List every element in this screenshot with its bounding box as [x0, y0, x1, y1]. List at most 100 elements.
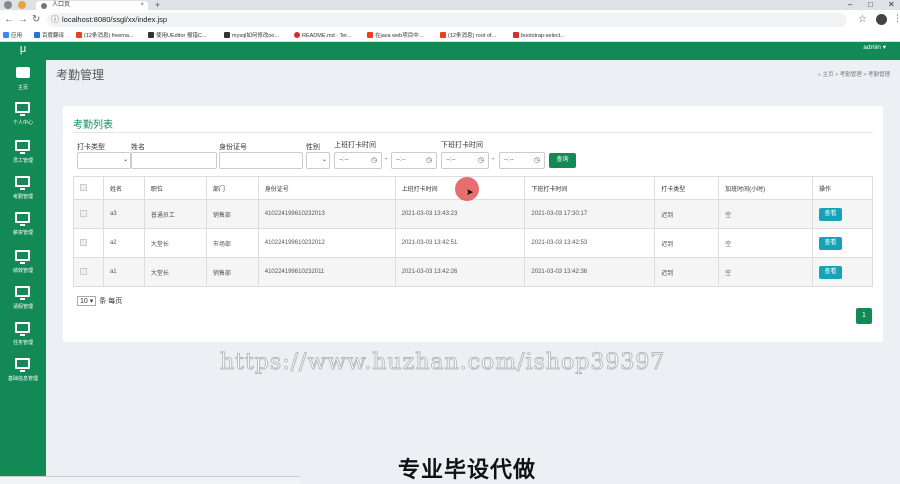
sidebar-item-label: 绩效管理 — [12, 268, 33, 274]
forward-arrow-icon[interactable]: → — [18, 14, 28, 26]
column-header[interactable]: 姓名 — [102, 176, 145, 200]
brand-logo[interactable]: μ — [0, 42, 46, 60]
browser-tab[interactable]: 人口页 × — [36, 1, 148, 10]
reload-icon[interactable]: ↻ — [32, 14, 40, 26]
checkin-end-time-input[interactable]: --:-- ◷ — [391, 152, 437, 169]
pagination-page-1[interactable]: 1 — [856, 308, 872, 324]
browser-tab-bar: 人口页 × + – □ ✕ — [0, 0, 900, 10]
cell-overtime: 空 — [718, 257, 813, 287]
view-button[interactable]: 查看 — [818, 207, 842, 221]
cell-checkin: 2021-03-03 13:42:51 — [394, 228, 526, 258]
attendance-card: 考勤列表 打卡类型 ⌄ 姓名 身份证号 性别 ⌄ 上班打卡时间 --:-- ◷ -… — [63, 106, 883, 342]
name-filter-input[interactable] — [131, 152, 217, 169]
bookmark-item[interactable]: 使用UEditor 报错C... — [148, 30, 206, 42]
back-history-icon[interactable] — [4, 1, 12, 9]
sidebar-item-leave[interactable]: 请假管理 — [0, 286, 46, 322]
breadcrumb[interactable]: ⌂ 主页 > 考勤管理 > 考勤管理 — [818, 70, 890, 78]
column-header[interactable]: 部门 — [205, 176, 259, 200]
checkout-start-time-input[interactable]: --:-- ◷ — [441, 152, 489, 169]
cell-action: 查看 — [811, 199, 874, 229]
column-header: 操作 — [811, 176, 874, 200]
watermark-url: https://www.huzhan.com/ishop39397 — [219, 350, 666, 376]
cell-position: 大堂长 — [143, 257, 207, 287]
sidebar-item-tasks[interactable]: 任务管理 — [0, 322, 46, 358]
bookmark-item[interactable]: (12条消息) root of... — [440, 30, 496, 42]
monitor-icon — [15, 212, 30, 226]
cell-position: 大堂长 — [143, 228, 207, 258]
minimize-button[interactable]: – — [848, 0, 852, 10]
checkin-start-time-input[interactable]: --:-- ◷ — [334, 152, 382, 169]
close-window-button[interactable]: ✕ — [888, 0, 895, 10]
bookmark-item[interactable]: 百度翻译 — [34, 30, 64, 42]
id-filter-label: 身份证号 — [219, 144, 247, 151]
sidebar-item-attendance[interactable]: 考勤管理 — [0, 176, 46, 212]
cell-type: 迟到 — [654, 257, 720, 287]
bookmark-item[interactable]: 在java web项目中... — [367, 30, 423, 42]
cell-action: 查看 — [811, 228, 874, 258]
csdn-icon — [76, 32, 82, 38]
column-header[interactable]: 职位 — [143, 176, 207, 200]
cell-overtime: 空 — [718, 199, 813, 229]
url-text[interactable]: localhost:8080/ssgl/xx/index.jsp — [62, 13, 167, 27]
bookmark-item[interactable]: mysql如何修改oo... — [224, 30, 279, 42]
row-select-cell[interactable] — [73, 228, 104, 258]
bookmark-item[interactable]: (12条消息) freema... — [76, 30, 134, 42]
row-checkbox[interactable] — [80, 209, 87, 217]
checkout-end-time-input[interactable]: --:-- ◷ — [499, 152, 545, 169]
column-header[interactable]: 打卡类型 — [654, 176, 720, 200]
row-checkbox[interactable] — [80, 238, 87, 246]
bookmark-label: README.md · Ter... — [302, 33, 352, 39]
clock-icon: ◷ — [477, 157, 484, 164]
bookmark-label: mysql如何修改oo... — [232, 33, 280, 39]
gender-filter-select[interactable]: ⌄ — [306, 152, 330, 169]
column-header[interactable]: 下班打卡时间 — [524, 176, 656, 200]
column-header[interactable]: 身份证号 — [257, 176, 396, 200]
back-arrow-icon[interactable]: ← — [4, 14, 14, 26]
view-button[interactable]: 查看 — [818, 236, 842, 250]
cell-type: 迟到 — [654, 228, 720, 258]
bookmark-label: (12条消息) root of... — [448, 33, 496, 39]
sidebar-item-performance[interactable]: 绩效管理 — [0, 250, 46, 286]
cell-id: 410224199610232011 — [257, 257, 396, 287]
bookmark-item[interactable]: bootstrap-select... — [513, 30, 565, 42]
search-button[interactable]: 查询 — [549, 153, 576, 168]
menu-kebab-icon[interactable]: ⋮ — [893, 13, 900, 24]
cell-position: 普通员工 — [143, 199, 207, 229]
column-header[interactable]: 加班时间(小时) — [718, 176, 813, 200]
monitor-icon — [15, 176, 30, 190]
row-select-cell[interactable] — [73, 199, 104, 229]
monitor-icon — [15, 102, 30, 116]
sidebar-item-home[interactable]: 主页 — [0, 67, 46, 103]
bookmark-star-icon[interactable]: ☆ — [858, 12, 867, 27]
id-filter-input[interactable] — [219, 152, 303, 169]
sidebar-item-salary[interactable]: 薪资管理 — [0, 212, 46, 248]
new-tab-button[interactable]: + — [155, 0, 160, 10]
type-filter-select[interactable]: ⌄ — [77, 152, 131, 169]
sidebar-item-personal-center[interactable]: 个人中心 — [0, 102, 46, 138]
close-tab-icon[interactable]: × — [140, 1, 144, 10]
download-bar — [0, 476, 300, 484]
monitor-icon — [15, 250, 30, 264]
sidebar-item-label: 薪资管理 — [12, 230, 33, 236]
sidebar-item-employees[interactable]: 员工管理 — [0, 140, 46, 176]
globe-icon — [41, 3, 47, 9]
maximize-button[interactable]: □ — [868, 0, 873, 10]
select-all-cell[interactable] — [73, 176, 104, 200]
admin-dropdown[interactable]: admin ▾ — [863, 42, 886, 54]
select-all-checkbox[interactable] — [80, 183, 87, 191]
sidebar-item-basic-info[interactable]: 基础信息管理 — [0, 358, 46, 394]
chrome-icon[interactable] — [18, 1, 26, 9]
bookmark-label: 在java web项目中... — [375, 33, 424, 39]
row-checkbox[interactable] — [80, 267, 87, 275]
view-button[interactable]: 查看 — [818, 265, 842, 279]
profile-avatar[interactable] — [876, 14, 887, 25]
type-filter-label: 打卡类型 — [77, 144, 105, 151]
info-icon[interactable]: ⓘ — [51, 14, 59, 26]
bookmark-item[interactable]: README.md · Ter... — [294, 30, 351, 42]
monitor-icon — [15, 358, 30, 372]
page-size-select[interactable]: 10 ▾ — [77, 296, 97, 306]
gender-filter-label: 性别 — [306, 144, 320, 151]
bookmark-item[interactable]: 应用 — [3, 30, 22, 42]
row-select-cell[interactable] — [73, 257, 104, 287]
cell-id: 410224199610232012 — [257, 228, 396, 258]
